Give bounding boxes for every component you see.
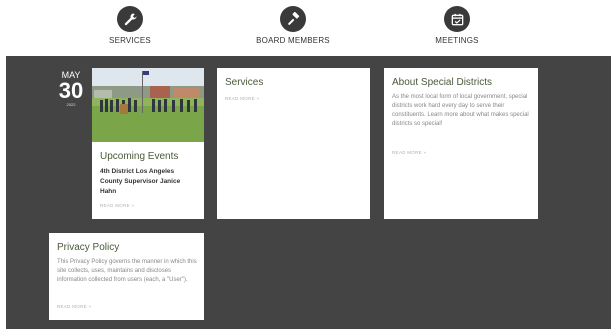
card-text-events: 4th District Los Angeles County Supervis… <box>100 168 181 195</box>
card-title-services[interactable]: Services <box>225 77 263 89</box>
card-text-special-districts: As the most local form of local governme… <box>392 94 529 127</box>
nav-label-meetings: MEETINGS <box>435 36 479 45</box>
card-title-privacy[interactable]: Privacy Policy <box>57 242 119 254</box>
nav-board-members[interactable]: BOARD MEMBERS <box>228 6 358 45</box>
nav-meetings[interactable]: MEETINGS <box>392 6 522 45</box>
event-photo-image <box>92 68 204 142</box>
card-privacy-policy[interactable]: Privacy Policy This Privacy Policy gover… <box>49 233 204 320</box>
read-more-events[interactable]: READ MORE » <box>100 203 134 208</box>
card-title-events[interactable]: Upcoming Events <box>100 151 200 163</box>
read-more-services[interactable]: READ MORE » <box>225 96 259 101</box>
card-title-special-districts[interactable]: About Special Districts <box>392 77 492 89</box>
event-date: MAY 30 2022 <box>56 70 86 107</box>
nav-label-board-members: BOARD MEMBERS <box>256 36 330 45</box>
card-text-privacy: This Privacy Policy governs the manner i… <box>57 259 197 283</box>
gavel-icon <box>280 6 306 32</box>
event-photo <box>92 68 204 142</box>
card-services[interactable]: Services READ MORE » <box>217 68 370 219</box>
card-upcoming-events[interactable]: Upcoming Events 4th District Los Angeles… <box>92 68 204 219</box>
calendar-icon <box>444 6 470 32</box>
read-more-special-districts[interactable]: READ MORE » <box>392 150 426 155</box>
read-more-privacy[interactable]: READ MORE » <box>57 304 91 309</box>
top-navigation: SERVICES BOARD MEMBERS MEETINGS <box>0 0 611 56</box>
nav-services[interactable]: SERVICES <box>65 6 195 45</box>
card-special-districts[interactable]: About Special Districts As the most loca… <box>384 68 538 219</box>
wrench-icon <box>117 6 143 32</box>
date-day: 30 <box>58 78 84 103</box>
nav-label-services: SERVICES <box>109 36 151 45</box>
